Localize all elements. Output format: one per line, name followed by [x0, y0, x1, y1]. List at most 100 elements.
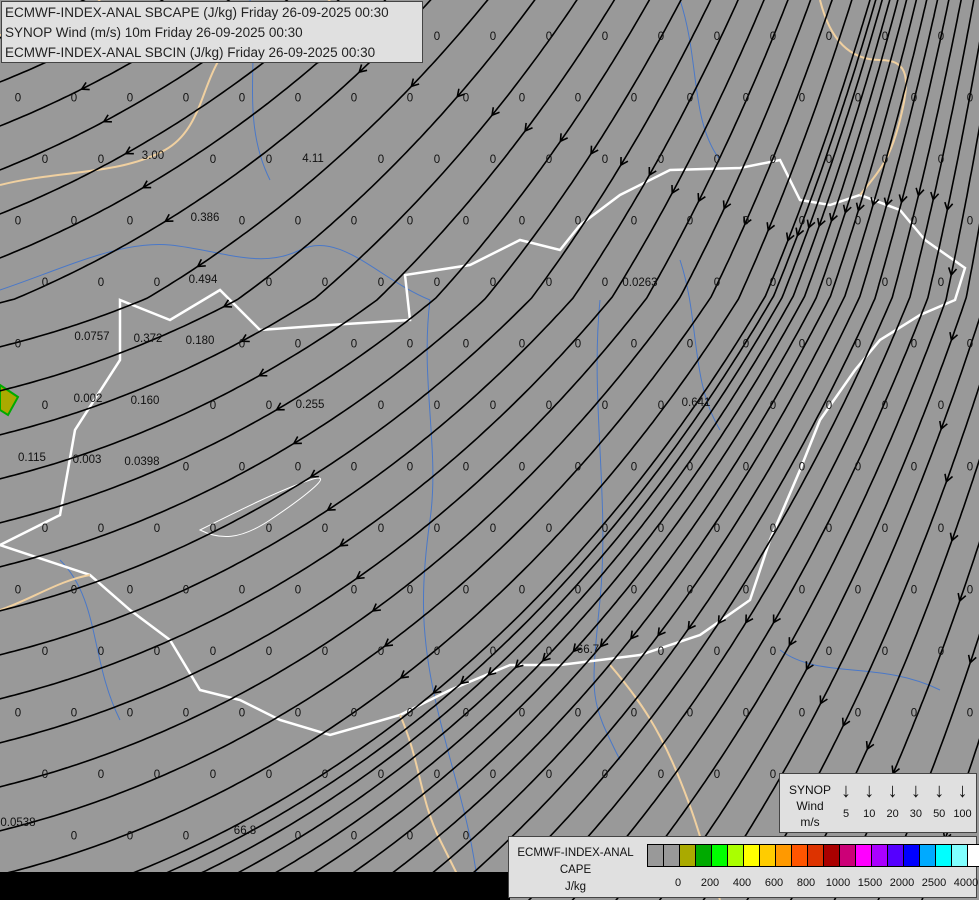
- synop-legend-title: SYNOP Wind m/s: [784, 782, 836, 830]
- cape-value-label: 0: [378, 769, 384, 781]
- cape-value-label: 0: [295, 831, 301, 843]
- cape-value-label: 0: [322, 277, 328, 289]
- cape-value-label: 0: [658, 31, 664, 43]
- cape-value-label: 0: [210, 769, 216, 781]
- cape-value-label: 0: [631, 462, 637, 474]
- cape-value-label: 0: [770, 400, 776, 412]
- cape-value-label: 0: [855, 585, 861, 597]
- cape-value-label: 0: [42, 769, 48, 781]
- streamline: [440, 0, 950, 900]
- cape-value-label: 0: [938, 154, 944, 166]
- cape-value-label: 0: [855, 462, 861, 474]
- cape-value-label: 0: [602, 154, 608, 166]
- cape-value-label: 0: [967, 93, 973, 105]
- streamline: [397, 0, 939, 900]
- colorbar-swatch: [696, 845, 712, 866]
- cape-value-label: 0: [378, 646, 384, 658]
- cape-value-label: 0: [911, 462, 917, 474]
- cape-value-label: 0: [770, 154, 776, 166]
- streamline: [53, 0, 871, 900]
- cape-value-label: 0: [42, 400, 48, 412]
- colorbar-swatch: [920, 845, 936, 866]
- cape-value-label: 0: [266, 769, 272, 781]
- cape-value-label: 0: [826, 154, 832, 166]
- colorbar-swatch: [728, 845, 744, 866]
- cape-value-label: 0: [967, 708, 973, 720]
- no-data-strip: [0, 872, 510, 900]
- cape-value-label: 0: [463, 831, 469, 843]
- cape-value-label: 0: [42, 154, 48, 166]
- cape-value-label: 0: [714, 277, 720, 289]
- cape-value-label: 0: [490, 400, 496, 412]
- cape-value-label: 0: [322, 523, 328, 535]
- cape-value-label: 0.372: [134, 333, 163, 345]
- cape-value-label: 0: [519, 585, 525, 597]
- cape-value-label: 0: [154, 769, 160, 781]
- cape-value-label: 0: [183, 831, 189, 843]
- cape-value-label: 0: [154, 277, 160, 289]
- title-legend: ECMWF-INDEX-ANAL SBCAPE (J/kg) Friday 26…: [1, 1, 423, 63]
- cape-value-label: 0: [938, 646, 944, 658]
- cape-value-label: 0: [295, 585, 301, 597]
- synop-speed-label: 20: [886, 808, 899, 820]
- cape-value-label: 0: [546, 523, 552, 535]
- cape-value-label: 0: [434, 523, 440, 535]
- colorbar-tick-label: 2000: [889, 877, 915, 889]
- cape-value-label: 0: [127, 585, 133, 597]
- colorbar-tick-label: 400: [732, 877, 752, 889]
- colorbar-tick-label: 200: [700, 877, 720, 889]
- cape-value-label: 0: [490, 31, 496, 43]
- cape-value-label: 0.386: [191, 212, 220, 224]
- cape-value-label: 0: [42, 523, 48, 535]
- cape-value-label: 0: [378, 400, 384, 412]
- cape-value-label: 0: [183, 585, 189, 597]
- cape-value-label: 0.255: [296, 399, 325, 411]
- cape-value-label: 0: [575, 339, 581, 351]
- cape-value-label: 0: [434, 646, 440, 658]
- cape-value-label: 0: [98, 277, 104, 289]
- cape-value-label: 0: [407, 93, 413, 105]
- cape-value-label: 0: [15, 339, 21, 351]
- cape-value-label: 0: [658, 400, 664, 412]
- cape-value-label: 0: [183, 462, 189, 474]
- cape-value-label: 0: [855, 339, 861, 351]
- weather-map[interactable]: 0 0 0 0 0 0 0 0 0 0 0 0 0 0 0 0 0 0 0 0 0 0 0 0 0 0 0 0 0 0 0 0 0 0 0 0 0 0 0 0…: [0, 0, 979, 900]
- cape-value-label: 0: [519, 462, 525, 474]
- cape-value-label: 0: [434, 277, 440, 289]
- cape-value-label: 0: [98, 523, 104, 535]
- cape-value-label: 0: [434, 400, 440, 412]
- cape-value-label: 0: [15, 708, 21, 720]
- title-line-sbcin: ECMWF-INDEX-ANAL SBCIN (J/kg) Friday 26-…: [5, 45, 376, 60]
- cape-value-label: 0: [714, 769, 720, 781]
- cape-value-label: 0: [658, 769, 664, 781]
- cape-value-label: 0: [351, 93, 357, 105]
- cape-value-label: 0: [826, 31, 832, 43]
- cape-value-label: 0: [967, 585, 973, 597]
- cape-value-label: 0: [826, 400, 832, 412]
- cape-value-label: 0: [407, 462, 413, 474]
- cape-value-label: 0: [407, 216, 413, 228]
- colorbar-swatch: [872, 845, 888, 866]
- cape-value-label: 0: [127, 831, 133, 843]
- cape-value-label: 0: [407, 708, 413, 720]
- country-border: [819, 0, 907, 196]
- cape-value-label: 0: [687, 339, 693, 351]
- cape-value-label: 0: [295, 339, 301, 351]
- cape-value-label: 0: [658, 154, 664, 166]
- cape-value-label: 0: [239, 339, 245, 351]
- cape-value-label: 0: [15, 93, 21, 105]
- colorbar-swatch: [760, 845, 776, 866]
- colorbar-swatch: [840, 845, 856, 866]
- cape-value-label: 0.115: [18, 452, 46, 464]
- cape-value-label: 0.0398: [124, 456, 159, 468]
- cape-value-label: 0: [239, 93, 245, 105]
- cape-value-label: 0: [938, 277, 944, 289]
- cape-value-label: 0: [266, 277, 272, 289]
- cape-value-label: 0: [687, 708, 693, 720]
- synop-legend-title-1: SYNOP: [788, 783, 831, 797]
- cape-value-label: 0: [714, 646, 720, 658]
- cape-value-label: 0: [911, 216, 917, 228]
- colorbar-swatch: [968, 845, 979, 866]
- cape-value-label: 0: [743, 708, 749, 720]
- synop-legend-item: ↓ 5: [834, 780, 858, 820]
